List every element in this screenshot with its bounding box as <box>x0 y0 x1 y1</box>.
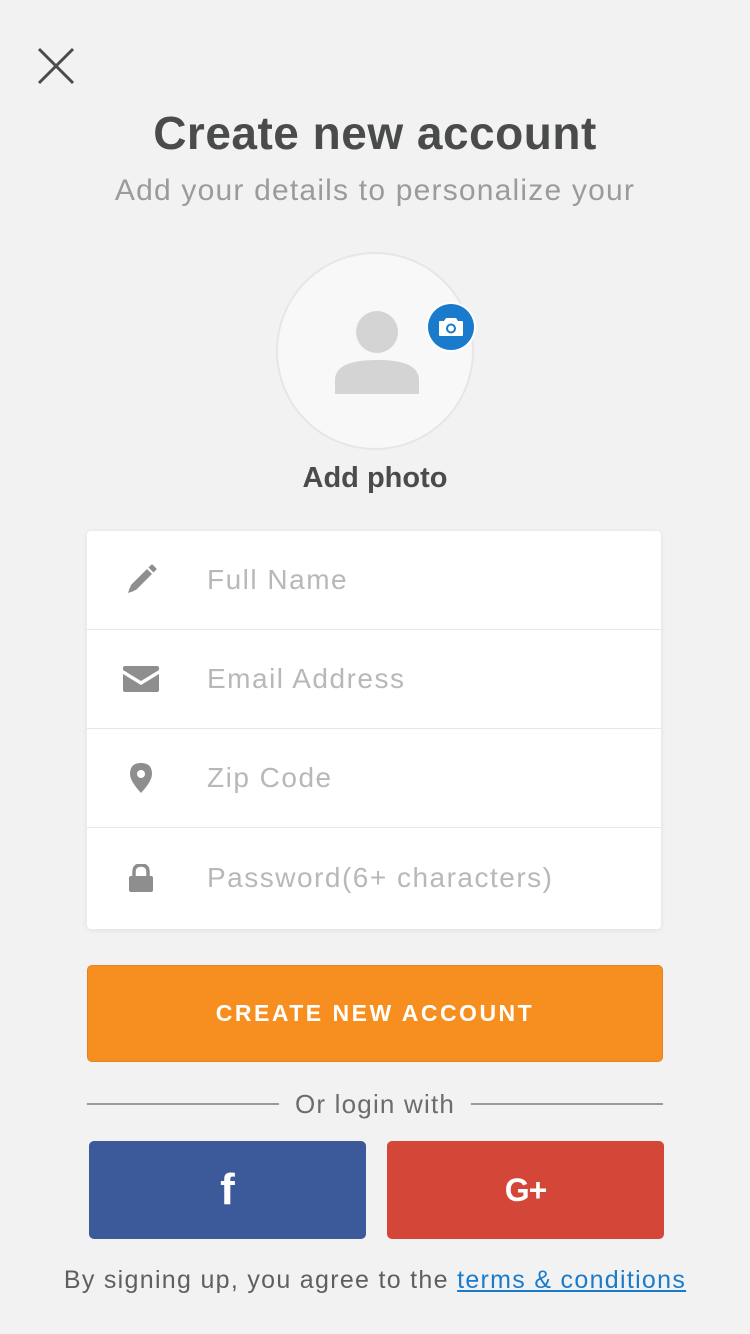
lock-icon <box>123 860 159 896</box>
zip-code-input[interactable] <box>207 762 641 794</box>
terms-link[interactable]: terms & conditions <box>457 1266 686 1294</box>
person-icon <box>335 311 419 394</box>
envelope-icon <box>123 661 159 697</box>
signup-screen: Create new account Add your details to p… <box>0 0 750 1334</box>
change-photo-button[interactable] <box>428 304 474 350</box>
divider-line-left <box>87 1103 279 1105</box>
camera-icon <box>439 318 463 336</box>
password-row <box>87 828 661 927</box>
password-input[interactable] <box>207 861 641 894</box>
divider-line-right <box>471 1103 664 1105</box>
page-subtitle: Add your details to personalize your <box>114 174 636 207</box>
google-login-button[interactable]: G+ <box>387 1141 664 1239</box>
close-button[interactable] <box>30 40 82 92</box>
create-account-button[interactable]: CREATE NEW ACCOUNT <box>87 965 663 1062</box>
full-name-row <box>87 531 661 630</box>
zip-row <box>87 729 661 828</box>
terms-prefix: By signing up, you agree to the <box>63 1266 458 1294</box>
add-photo-label: Add photo <box>302 462 448 494</box>
terms-notice: By signing up, you agree to the terms & … <box>0 1266 750 1295</box>
login-divider: Or login with <box>87 1086 664 1122</box>
divider-label: Or login with <box>294 1088 456 1119</box>
map-pin-icon <box>123 760 159 796</box>
google-plus-icon: G+ <box>504 1172 548 1208</box>
email-input[interactable] <box>207 663 641 695</box>
facebook-login-button[interactable]: f <box>89 1141 366 1239</box>
full-name-input[interactable] <box>207 564 641 596</box>
email-row <box>87 630 661 729</box>
page-title: Create new account <box>153 107 597 159</box>
facebook-icon: f <box>220 1165 235 1214</box>
pencil-icon <box>123 562 159 598</box>
close-icon <box>37 47 75 85</box>
avatar-placeholder[interactable] <box>276 252 474 450</box>
signup-form <box>87 531 661 929</box>
